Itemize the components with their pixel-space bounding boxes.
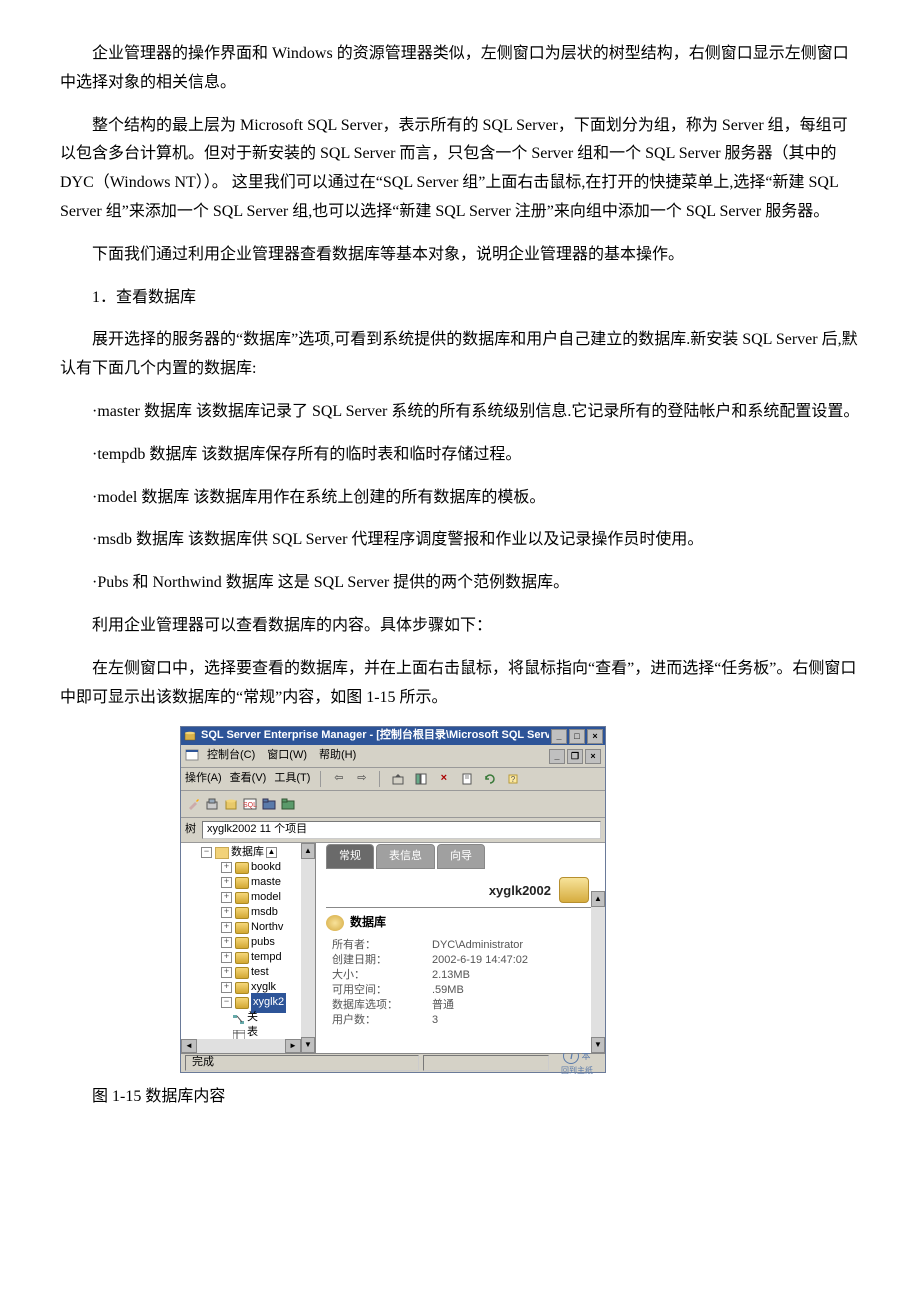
paragraph-master: ·master 数据库 该数据库记录了 SQL Server 系统的所有系统级别… [60, 398, 860, 427]
menu-bar: 控制台(C) 窗口(W) 帮助(H) _ ❐ × [181, 745, 605, 768]
db-section: 数据库 所有者：DYC\Administrator 创建日期：2002-6-19… [326, 907, 595, 1028]
paragraph-msdb: ·msdb 数据库 该数据库供 SQL Server 代理程序调度警报和作业以及… [60, 526, 860, 555]
tree-vscrollbar[interactable]: ▲ ▼ [301, 843, 315, 1053]
mdi-close-button[interactable]: × [585, 749, 601, 764]
sql-enterprise-window: SQL Server Enterprise Manager - [控制台根目录\… [180, 726, 606, 1073]
tab-general[interactable]: 常规 [326, 844, 374, 870]
menu-window[interactable]: 窗口(W) [267, 746, 307, 766]
db-title: xyglk2002 [489, 879, 551, 902]
query-icon[interactable]: SQL [242, 797, 257, 812]
paragraph: 下面我们通过利用企业管理器查看数据库等基本对象，说明企业管理器的基本操作。 [60, 241, 860, 270]
maximize-button[interactable]: □ [569, 729, 585, 744]
prop-size-value: 2.13MB [432, 968, 595, 983]
figure-caption: 图 1-15 数据库内容 [60, 1083, 860, 1112]
refresh-button[interactable] [482, 772, 497, 787]
folder2-icon[interactable] [280, 797, 295, 812]
prop-created-label: 创建日期： [326, 953, 432, 968]
svg-text:?: ? [511, 775, 516, 784]
status-mid [423, 1055, 549, 1071]
toolbar-2: SQL [181, 791, 605, 818]
scroll-up-button[interactable]: ▲ [301, 843, 315, 859]
paragraph: 在左侧窗口中，选择要查看的数据库，并在上面右击鼠标，将鼠标指向“查看”，进而选择… [60, 655, 860, 713]
detail-tabs: 常规 表信息 向导 [316, 847, 605, 869]
prop-users-label: 用户数： [326, 1013, 432, 1028]
prop-users-value: 3 [432, 1013, 595, 1028]
toolbar-separator [379, 771, 380, 787]
menu-help[interactable]: 帮助(H) [319, 746, 356, 766]
paragraph: 利用企业管理器可以查看数据库的内容。具体步骤如下： [60, 612, 860, 641]
show-hide-button[interactable] [413, 772, 428, 787]
title-bar[interactable]: SQL Server Enterprise Manager - [控制台根目录\… [181, 727, 605, 745]
app-icon [183, 729, 197, 743]
section-icon [326, 915, 344, 931]
tab-wizard[interactable]: 向导 [437, 844, 485, 870]
prop-owner-value: DYC\Administrator [432, 938, 595, 953]
help-button[interactable]: ? [505, 772, 520, 787]
paragraph-pubs: ·Pubs 和 Northwind 数据库 这是 SQL Server 提供的两… [60, 569, 860, 598]
prop-dbopt-value: 普通 [432, 998, 595, 1013]
tab-table-info[interactable]: 表信息 [376, 844, 435, 870]
list-header: xyglk2002 11 个项目 [202, 821, 601, 839]
paragraph: 展开选择的服务器的“数据库”选项,可看到系统提供的数据库和用户自己建立的数据库.… [60, 326, 860, 384]
svg-text:SQL: SQL [243, 802, 257, 809]
database-icon [559, 877, 589, 903]
scroll-left-button[interactable]: ◄ [181, 1039, 197, 1053]
mdi-restore-button[interactable]: ❐ [567, 749, 583, 764]
register-icon[interactable] [204, 797, 219, 812]
delete-button[interactable]: × [436, 772, 451, 787]
prop-free-value: .59MB [432, 983, 595, 998]
scroll-right-button[interactable]: ► [285, 1039, 301, 1053]
toolbar-tools[interactable]: 工具(T) [274, 769, 310, 789]
paragraph: 整个结构的最上层为 Microsoft SQL Server，表示所有的 SQL… [60, 112, 860, 227]
up-button[interactable] [390, 772, 405, 787]
prop-owner-label: 所有者： [326, 938, 432, 953]
toolbar-action[interactable]: 操作(A) [185, 769, 222, 789]
window-buttons[interactable]: _ □ × [549, 729, 603, 744]
tree-hscrollbar[interactable]: ◄ ► [181, 1039, 301, 1053]
path-row: 树 xyglk2002 11 个项目 [181, 818, 605, 843]
details-pane: 常规 表信息 向导 xyglk2002 数据库 所有者：DYC\Administ… [316, 843, 605, 1053]
prop-dbopt-label: 数据库选项： [326, 998, 432, 1013]
status-done: 完成 [185, 1055, 419, 1071]
prop-free-label: 可用空间： [326, 983, 432, 998]
tree-label: 树 [185, 820, 196, 840]
forward-button[interactable]: ⇨ [354, 772, 369, 787]
window-title: SQL Server Enterprise Manager - [控制台根目录\… [201, 726, 549, 746]
section-title: 数据库 [350, 912, 386, 934]
db-icon[interactable] [223, 797, 238, 812]
properties-button[interactable] [459, 772, 474, 787]
paragraph: 企业管理器的操作界面和 Windows 的资源管理器类似，左侧窗口为层状的树型结… [60, 40, 860, 98]
paragraph-model: ·model 数据库 该数据库用作在系统上创建的所有数据库的模板。 [60, 484, 860, 513]
back-button[interactable]: ⇦ [331, 772, 346, 787]
scroll-up-button[interactable]: ▲ [591, 891, 605, 907]
prop-size-label: 大小： [326, 968, 432, 983]
figure: SQL Server Enterprise Manager - [控制台根目录\… [180, 726, 860, 1073]
prop-created-value: 2002-6-19 14:47:02 [432, 953, 595, 968]
mdi-buttons[interactable]: _ ❐ × [547, 749, 601, 764]
close-button[interactable]: × [587, 729, 603, 744]
status-bar: 完成 i本 回到主纸 [181, 1053, 605, 1072]
tree-pane[interactable]: −数据库▲ +bookd +maste +model +msdb +Northv… [181, 843, 316, 1053]
heading-view-db: 1．查看数据库 [60, 284, 860, 313]
toolbar-1: 操作(A) 查看(V) 工具(T) ⇦ ⇨ × ? [181, 768, 605, 791]
toolbar-view[interactable]: 查看(V) [230, 769, 267, 789]
details-vscrollbar[interactable]: ▲ ▼ [591, 891, 605, 1053]
content-area: −数据库▲ +bookd +maste +model +msdb +Northv… [181, 843, 605, 1053]
mdi-icon [185, 749, 201, 763]
toolbar-separator [320, 771, 321, 787]
paragraph-tempdb: ·tempdb 数据库 该数据库保存所有的临时表和临时存储过程。 [60, 441, 860, 470]
mdi-minimize-button[interactable]: _ [549, 749, 565, 764]
scroll-down-button[interactable]: ▼ [591, 1037, 605, 1053]
minimize-button[interactable]: _ [551, 729, 567, 744]
folder-icon[interactable] [261, 797, 276, 812]
menu-console[interactable]: 控制台(C) [207, 746, 255, 766]
wizard-icon[interactable] [185, 797, 200, 812]
scroll-down-button[interactable]: ▼ [301, 1037, 315, 1053]
